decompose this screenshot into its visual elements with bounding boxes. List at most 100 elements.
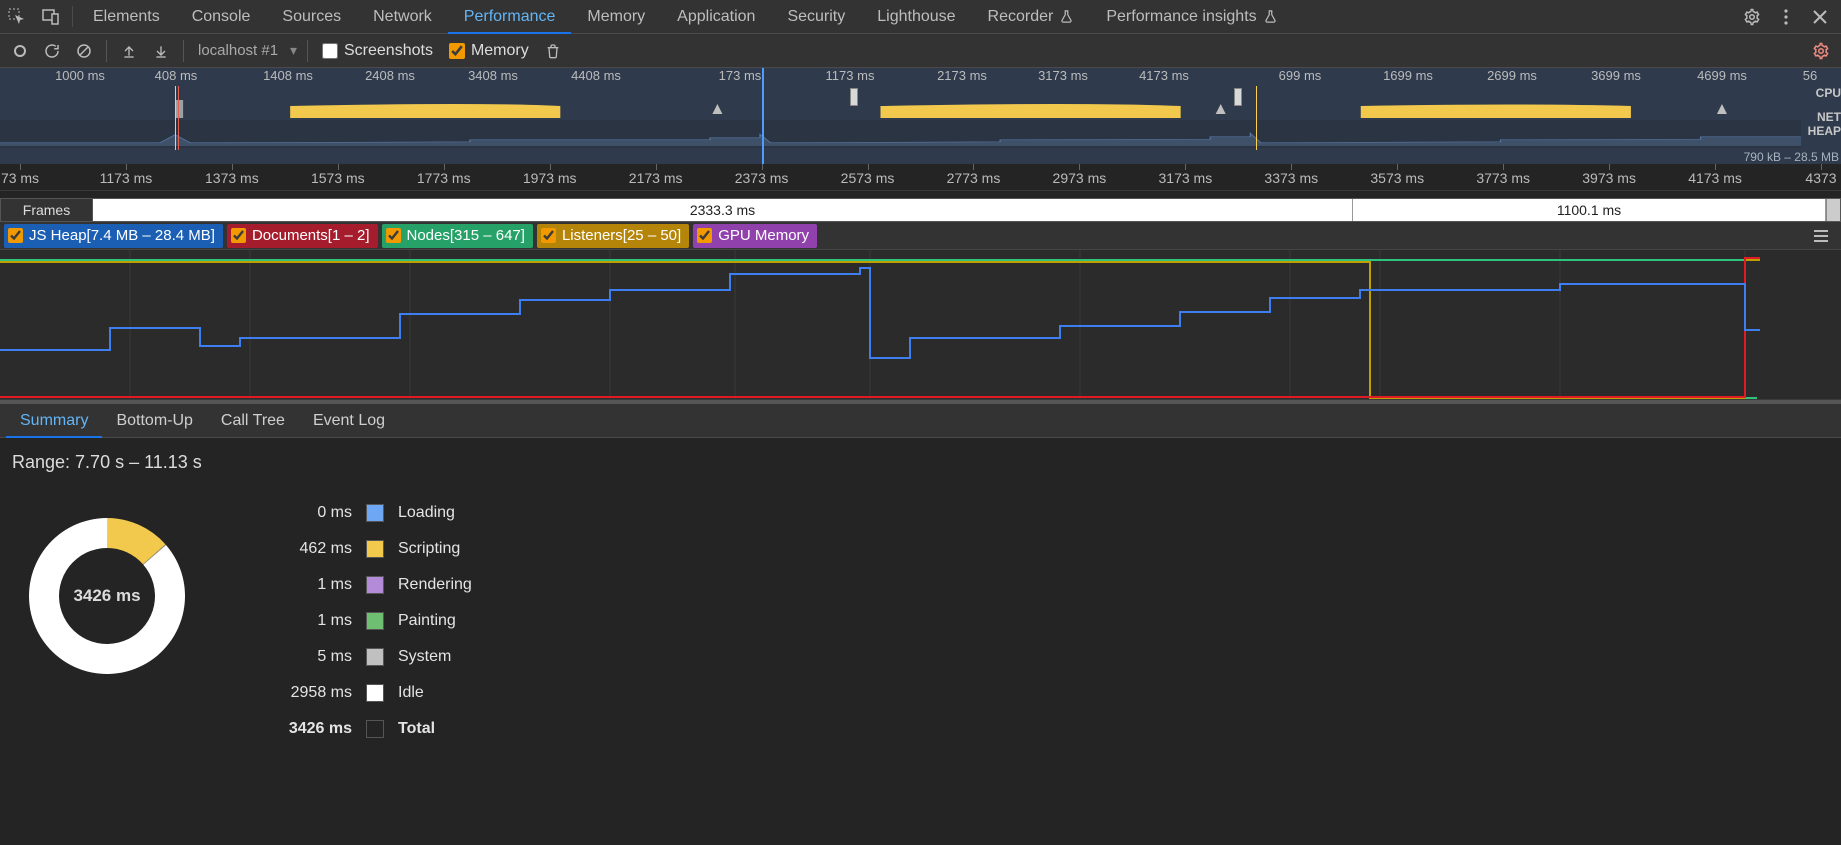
summary-donut-total: 3426 ms [24, 513, 190, 679]
timescale-tick: 3973 ms [1582, 170, 1636, 186]
summary-legend-row: 1 msPainting [242, 603, 472, 639]
overview-tick: 3408 ms [468, 68, 518, 83]
tabbar-divider [72, 6, 73, 27]
overview-tick: 4408 ms [571, 68, 621, 83]
capture-settings-gear-icon[interactable] [1805, 35, 1837, 67]
frame-item[interactable]: 1100.1 ms [1353, 199, 1826, 221]
device-toggle-icon[interactable] [34, 0, 68, 33]
tab-sources[interactable]: Sources [266, 0, 357, 33]
recording-select[interactable]: localhost #1 ▾ [190, 38, 301, 63]
timescale-tick: 73 ms [1, 170, 39, 186]
overview-cpu-label: CPU [1801, 86, 1841, 100]
timeline-overview[interactable]: 1000 ms 408 ms 1408 ms 2408 ms 3408 ms 4408 m… [0, 68, 1841, 164]
overview-tick: 1000 ms [55, 68, 105, 83]
record-button[interactable] [4, 35, 36, 67]
summary-legend-row: 462 msScripting [242, 531, 472, 567]
screenshots-checkbox[interactable]: Screenshots [322, 42, 433, 60]
legend-chip-listeners[interactable]: Listeners[25 – 50] [537, 224, 689, 248]
upload-profile-button[interactable] [113, 35, 145, 67]
summary-legend-row: 0 msLoading [242, 495, 472, 531]
timescale-tick: 2173 ms [629, 170, 683, 186]
overview-tick: 56 [1803, 68, 1817, 83]
overview-heap-range: 790 kB – 28.5 MB [1744, 150, 1839, 164]
tab-security[interactable]: Security [771, 0, 861, 33]
timescale-tick: 3173 ms [1158, 170, 1212, 186]
tab-elements[interactable]: Elements [77, 0, 176, 33]
frames-track-header[interactable]: Frames [1, 199, 93, 221]
timescale-tick: 3573 ms [1370, 170, 1424, 186]
details-tabs: SummaryBottom-UpCall TreeEvent Log [0, 400, 1841, 438]
timescale-tick: 1573 ms [311, 170, 365, 186]
overview-tick: 699 ms [1279, 68, 1322, 83]
overview-tick: 1173 ms [826, 68, 875, 83]
overview-handle-left[interactable] [850, 88, 858, 106]
legend-chip-documents[interactable]: Documents[1 – 2] [227, 224, 378, 248]
timescale-tick: 4373 [1805, 170, 1836, 186]
close-devtools-icon[interactable] [1803, 9, 1837, 25]
summary-pane: Range: 7.70 s – 11.13 s 3426 ms 0 msLoad… [0, 438, 1841, 761]
frame-scroll-knob[interactable] [1826, 199, 1840, 221]
timescale-tick: 1773 ms [417, 170, 471, 186]
timescale-tick: 2573 ms [841, 170, 895, 186]
beaker-icon [1059, 9, 1074, 24]
tab-memory[interactable]: Memory [571, 0, 661, 33]
summary-legend-row: 1 msRendering [242, 567, 472, 603]
timescale-tick: 3373 ms [1264, 170, 1318, 186]
memory-chart[interactable] [0, 250, 1841, 400]
legend-menu-icon[interactable] [1805, 229, 1837, 243]
frames-track[interactable]: Frames 2333.3 ms 1100.1 ms [0, 198, 1841, 222]
overview-tick: 1699 ms [1383, 68, 1433, 83]
summary-legend: 0 msLoading462 msScripting1 msRendering1… [242, 495, 472, 747]
timescale-tick: 3773 ms [1476, 170, 1530, 186]
overview-tick: 2408 ms [365, 68, 415, 83]
reload-record-button[interactable] [36, 35, 68, 67]
overview-tick: 4699 ms [1697, 68, 1747, 83]
details-tab-call-tree[interactable]: Call Tree [207, 404, 299, 437]
tab-performance[interactable]: Performance [448, 0, 572, 33]
timescale-tick: 2973 ms [1053, 170, 1107, 186]
tab-console[interactable]: Console [176, 0, 267, 33]
memory-checkbox[interactable]: Memory [449, 42, 529, 60]
details-tab-summary[interactable]: Summary [6, 404, 102, 437]
inspect-icon[interactable] [0, 0, 34, 33]
timescale-tick: 1173 ms [100, 170, 153, 186]
overview-cpu-band [0, 90, 1801, 118]
overview-tick: 173 ms [719, 68, 762, 83]
overview-tick: 2699 ms [1487, 68, 1537, 83]
overview-tick: 3699 ms [1591, 68, 1641, 83]
memory-legend: JS Heap[7.4 MB – 28.4 MB]Documents[1 – 2… [0, 222, 1841, 250]
overview-handle-right[interactable] [1234, 88, 1242, 106]
timescale-tick: 2773 ms [947, 170, 1001, 186]
legend-chip-js-heap[interactable]: JS Heap[7.4 MB – 28.4 MB] [4, 224, 223, 248]
tab-recorder[interactable]: Recorder [972, 0, 1091, 33]
garbage-collect-button[interactable] [537, 35, 569, 67]
details-tab-bottom-up[interactable]: Bottom-Up [102, 404, 206, 437]
overview-tick: 3173 ms [1038, 68, 1088, 83]
summary-legend-row: 2958 msIdle [242, 675, 472, 711]
timescale-tick: 4173 ms [1688, 170, 1742, 186]
flamechart-timescale: 73 ms1173 ms1373 ms1573 ms1773 ms1973 ms… [0, 164, 1841, 190]
tab-performance-insights[interactable]: Performance insights [1090, 0, 1293, 33]
tab-network[interactable]: Network [357, 0, 448, 33]
tab-lighthouse[interactable]: Lighthouse [861, 0, 971, 33]
overview-heap-band [0, 120, 1801, 148]
frame-item[interactable]: 2333.3 ms [93, 199, 1353, 221]
details-tab-event-log[interactable]: Event Log [299, 404, 399, 437]
legend-chip-gpu-memory[interactable]: GPU Memory [693, 224, 817, 248]
timescale-tick: 1973 ms [523, 170, 577, 186]
network-track-collapsed[interactable] [0, 190, 1841, 198]
settings-gear-icon[interactable] [1735, 8, 1769, 26]
legend-chip-nodes[interactable]: Nodes[315 – 647] [382, 224, 533, 248]
clear-button[interactable] [68, 35, 100, 67]
overview-heap-label: HEAP [1801, 124, 1841, 138]
overview-net-label: NET [1801, 110, 1841, 124]
kebab-menu-icon[interactable] [1769, 8, 1803, 26]
overview-tick: 1408 ms [263, 68, 313, 83]
perf-toolbar: localhost #1 ▾ Screenshots Memory [0, 34, 1841, 68]
summary-range: Range: 7.70 s – 11.13 s [12, 452, 1829, 473]
beaker-icon [1263, 9, 1278, 24]
devtools-tabbar: ElementsConsoleSourcesNetworkPerformance… [0, 0, 1841, 34]
download-profile-button[interactable] [145, 35, 177, 67]
tab-application[interactable]: Application [661, 0, 771, 33]
overview-tick: 408 ms [155, 68, 198, 83]
